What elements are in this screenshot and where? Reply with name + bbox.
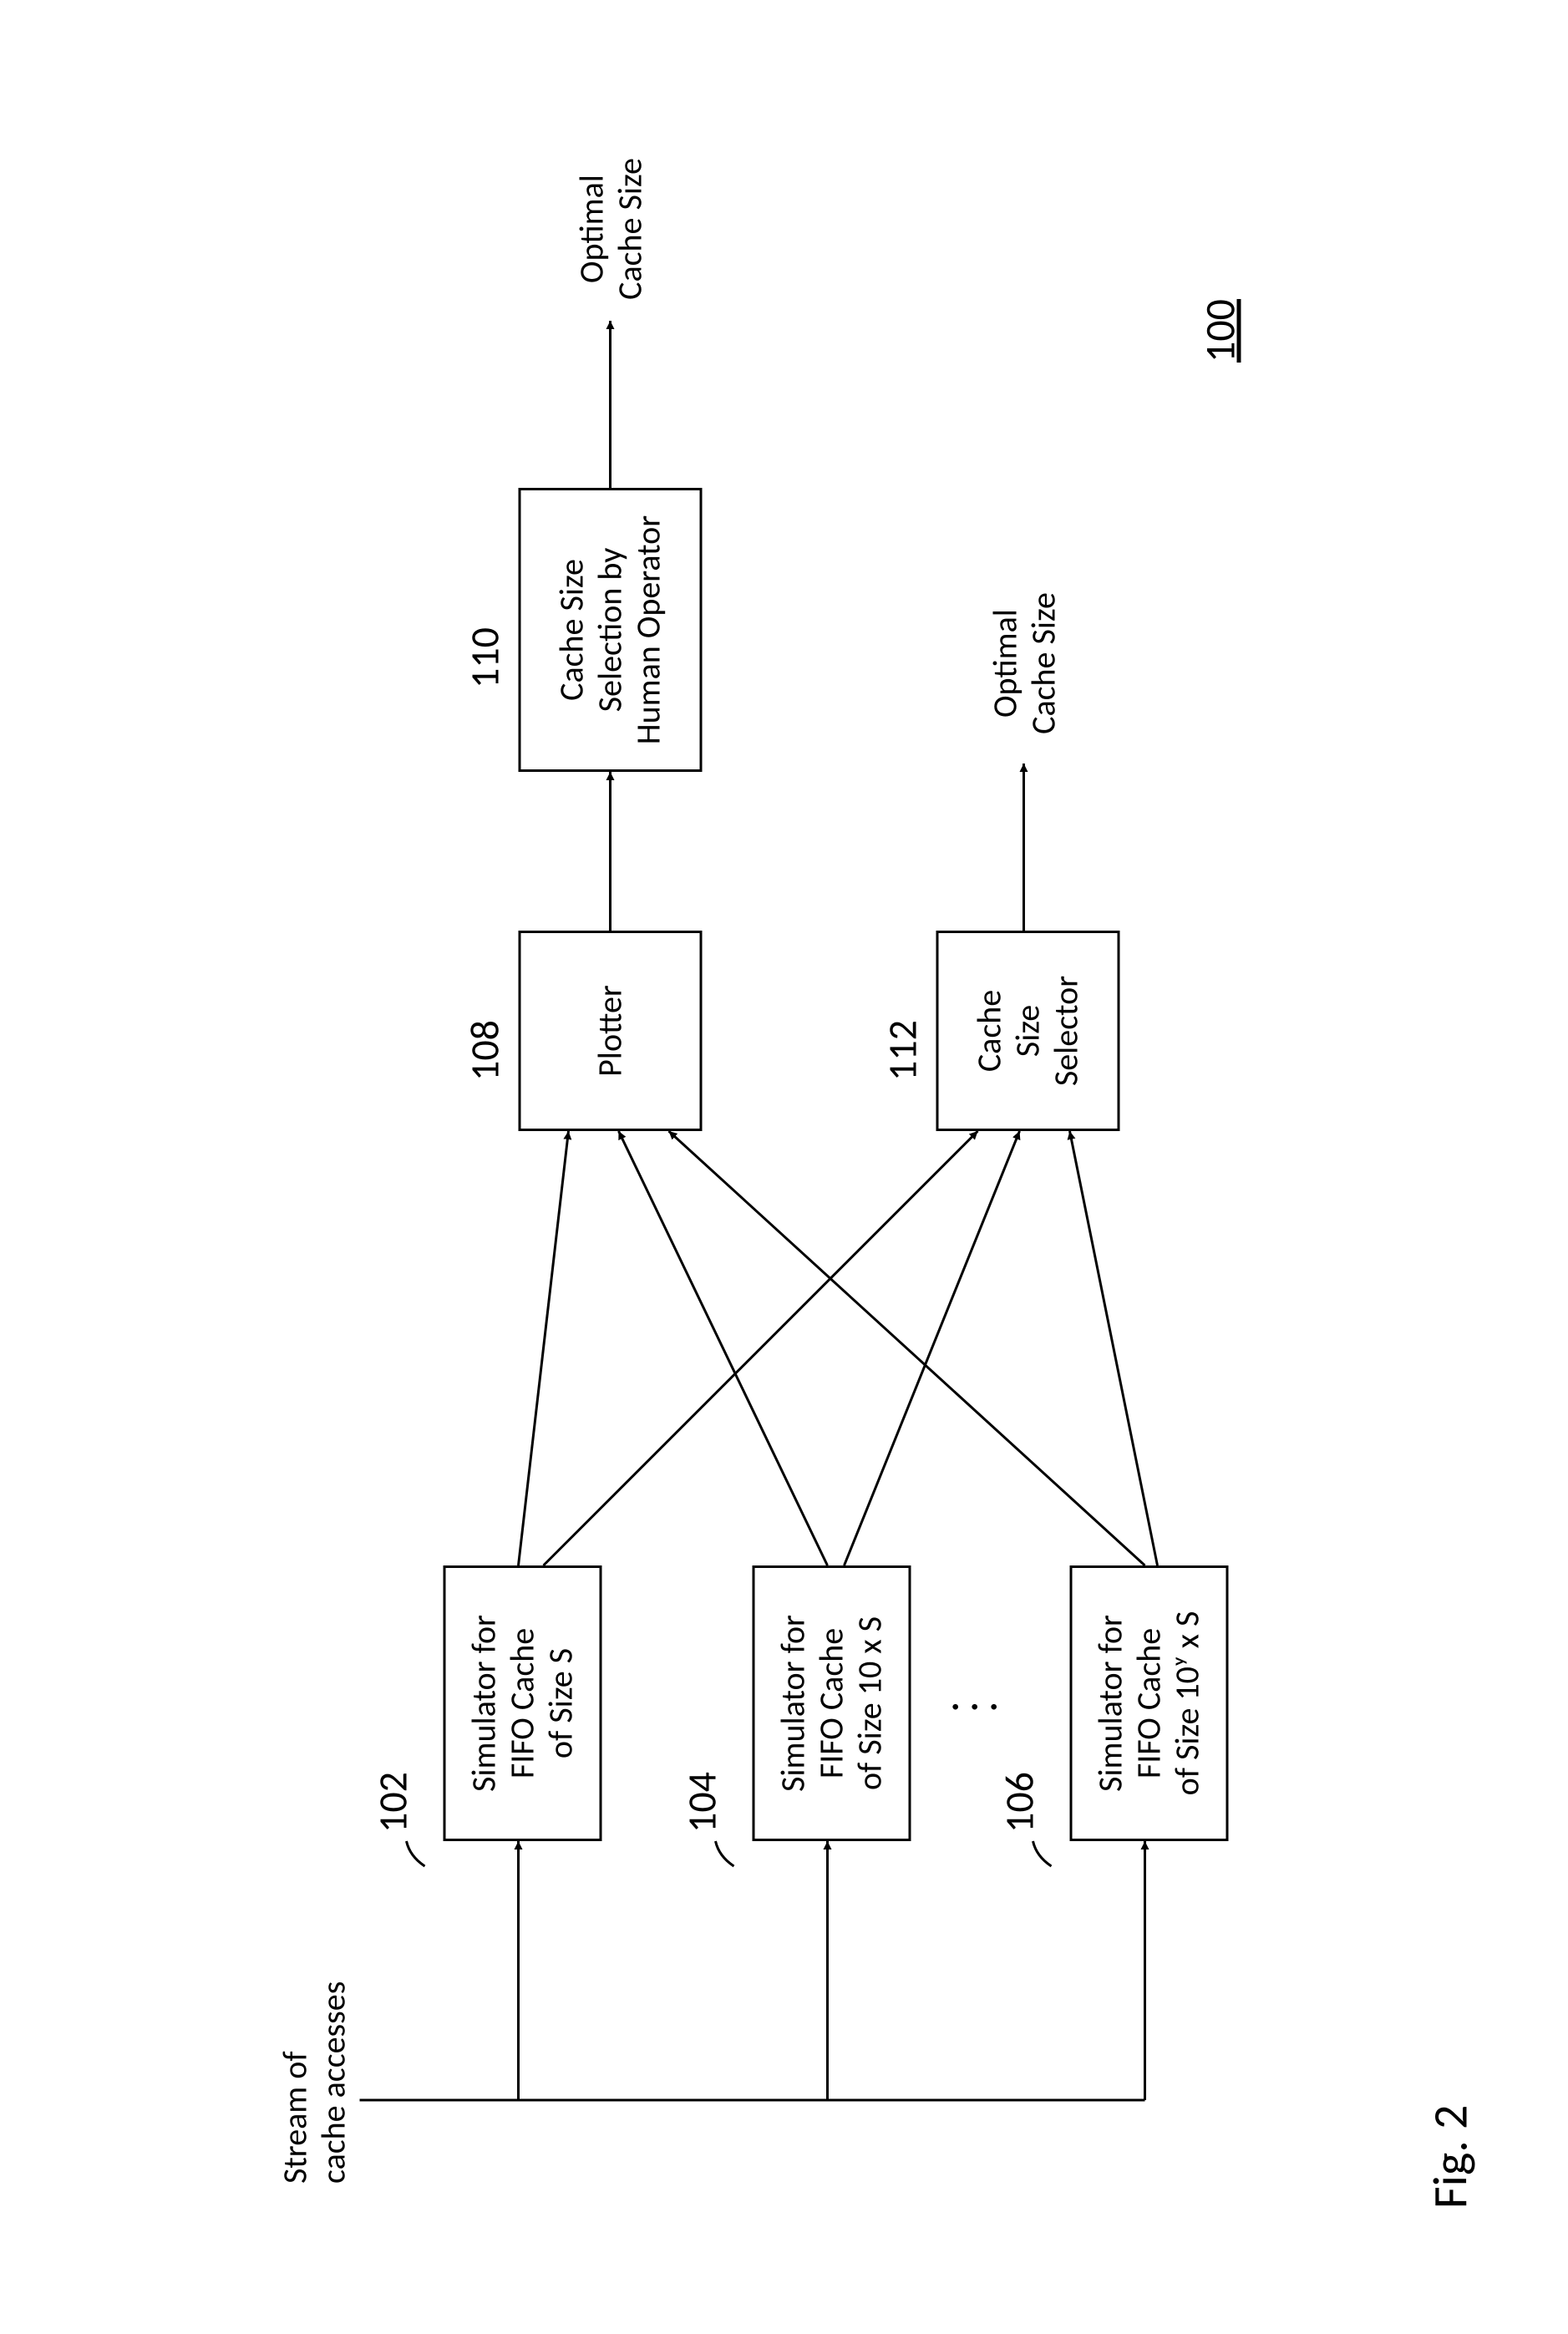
- human-line3: Human Operator: [629, 497, 667, 763]
- plotter-text: Plotter: [591, 940, 629, 1122]
- selector-line2: Size: [1008, 940, 1047, 1122]
- sim3-ref: 106: [994, 1772, 1043, 1833]
- sim2-box: Simulator for FIFO Cache of Size 10 x S: [752, 1565, 911, 1841]
- output-bottom-label: Optimal Cache Size: [986, 571, 1063, 755]
- stream-label-line1: Stream of: [274, 2051, 315, 2184]
- output-top-line1: Optimal: [571, 175, 611, 283]
- human-line1: Cache Size: [552, 497, 591, 763]
- sim2-line2: FIFO Cache: [812, 1575, 850, 1832]
- selector-ref: 112: [877, 1020, 926, 1081]
- output-bottom-line2: Cache Size: [1022, 592, 1063, 734]
- connectors: [0, 0, 1568, 2334]
- plotter-ref: 108: [459, 1020, 509, 1081]
- sim1-line1: Simulator for: [464, 1575, 503, 1832]
- sim2-ref: 104: [677, 1772, 726, 1833]
- sim3-box: Simulator for FIFO Cache of Size 10ʸ x S: [1069, 1565, 1228, 1841]
- output-top-line2: Cache Size: [609, 158, 650, 300]
- output-top-label: Optimal Cache Size: [572, 137, 649, 321]
- sim3-line3: of Size 10ʸ x S: [1168, 1575, 1206, 1832]
- sim1-line2: FIFO Cache: [503, 1575, 541, 1832]
- selector-box: Cache Size Selector: [936, 931, 1119, 1131]
- sim3-line2: FIFO Cache: [1129, 1575, 1168, 1832]
- sim1-line3: of Size S: [541, 1575, 580, 1832]
- selector-line3: Selector: [1047, 940, 1085, 1122]
- figure-number: Fig. 2: [1420, 2105, 1479, 2209]
- human-box: Cache Size Selection by Human Operator: [518, 488, 702, 772]
- diagram-canvas: Stream of cache accesses 102 Simulator f…: [0, 0, 1568, 2334]
- output-bottom-line1: Optimal: [984, 609, 1025, 718]
- human-line2: Selection by: [591, 497, 629, 763]
- ellipsis-dots: ···: [944, 1702, 1002, 1712]
- sim3-line1: Simulator for: [1091, 1575, 1129, 1832]
- plotter-box: Plotter: [518, 931, 702, 1131]
- stream-label: Stream of cache accesses: [276, 1981, 353, 2184]
- stream-label-line2: cache accesses: [312, 1981, 353, 2184]
- sim1-box: Simulator for FIFO Cache of Size S: [443, 1565, 601, 1841]
- diagram-ref-number: 100: [1195, 299, 1246, 363]
- sim2-line3: of Size 10 x S: [850, 1575, 889, 1832]
- selector-line1: Cache: [970, 940, 1008, 1122]
- sim2-line1: Simulator for: [774, 1575, 812, 1832]
- human-ref: 110: [459, 627, 509, 688]
- sim1-ref: 102: [368, 1772, 417, 1833]
